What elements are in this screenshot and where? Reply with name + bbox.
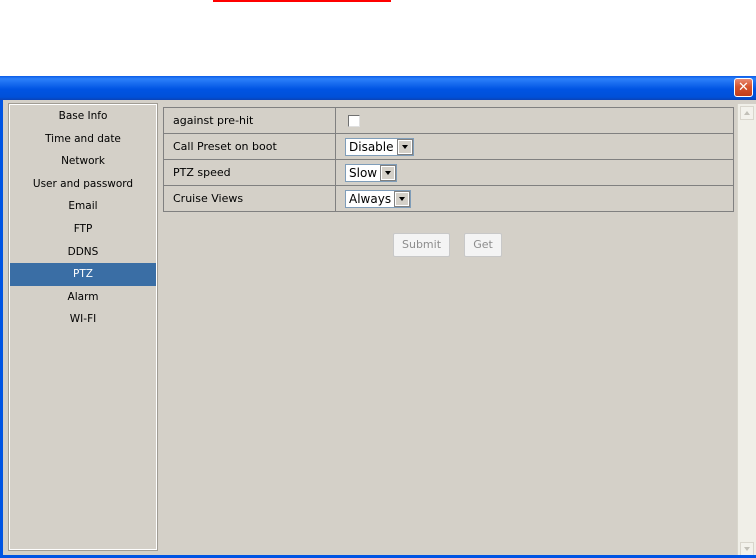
sidebar-item-ptz[interactable]: PTZ: [10, 263, 156, 286]
scroll-down-icon[interactable]: [740, 542, 754, 556]
call-preset-on-boot-select[interactable]: Disable: [345, 137, 414, 156]
window-client-area: Base Info Time and date Network User and…: [0, 100, 756, 558]
sidebar-item-network[interactable]: Network: [10, 150, 156, 173]
scroll-up-icon[interactable]: [740, 106, 754, 120]
ptz-speed-select[interactable]: Slow: [345, 163, 398, 182]
sidebar-item-alarm[interactable]: Alarm: [10, 286, 156, 309]
sidebar-item-base-info[interactable]: Base Info: [10, 105, 156, 128]
ptz-speed-value: Slow: [349, 165, 378, 180]
sidebar-item-time-and-date[interactable]: Time and date: [10, 128, 156, 151]
table-row: Cruise Views Always: [163, 185, 734, 212]
submit-button[interactable]: Submit: [393, 233, 450, 257]
table-row: PTZ speed Slow: [163, 159, 734, 186]
close-button[interactable]: ✕: [734, 78, 753, 97]
cruise-views-select[interactable]: Always: [345, 189, 412, 208]
call-preset-on-boot-label: Call Preset on boot: [163, 133, 336, 160]
ptz-speed-label: PTZ speed: [163, 159, 336, 186]
window-titlebar[interactable]: ✕: [0, 76, 756, 100]
cruise-views-value: Always: [349, 191, 392, 206]
sidebar-item-ftp[interactable]: FTP: [10, 218, 156, 241]
chevron-down-icon[interactable]: [396, 138, 413, 155]
sidebar-item-email[interactable]: Email: [10, 195, 156, 218]
ptz-settings-table: against pre-hit Call Preset on boot Disa…: [163, 107, 734, 212]
get-button[interactable]: Get: [464, 233, 502, 257]
vertical-scrollbar[interactable]: [737, 104, 756, 558]
cruise-views-label: Cruise Views: [163, 185, 336, 212]
sidebar-item-ddns[interactable]: DDNS: [10, 241, 156, 264]
chevron-down-icon[interactable]: [380, 164, 397, 181]
cruise-views-cell: Always: [335, 185, 734, 212]
top-red-underline: [213, 0, 391, 2]
sidebar-item-wi-fi[interactable]: WI-FI: [10, 308, 156, 331]
table-row: Call Preset on boot Disable: [163, 133, 734, 160]
against-pre-hit-cell: [335, 107, 734, 134]
against-pre-hit-label: against pre-hit: [163, 107, 336, 134]
ptz-settings-panel: against pre-hit Call Preset on boot Disa…: [160, 100, 738, 550]
sidebar-item-user-and-password[interactable]: User and password: [10, 173, 156, 196]
call-preset-on-boot-value: Disable: [349, 139, 394, 154]
ptz-speed-cell: Slow: [335, 159, 734, 186]
chevron-down-icon[interactable]: [394, 190, 411, 207]
against-pre-hit-checkbox[interactable]: [348, 115, 360, 127]
table-row: against pre-hit: [163, 107, 734, 134]
close-icon: ✕: [738, 80, 749, 95]
call-preset-on-boot-cell: Disable: [335, 133, 734, 160]
settings-sidebar: Base Info Time and date Network User and…: [8, 103, 158, 551]
settings-window: ✕ Base Info Time and date Network User a…: [0, 76, 756, 558]
